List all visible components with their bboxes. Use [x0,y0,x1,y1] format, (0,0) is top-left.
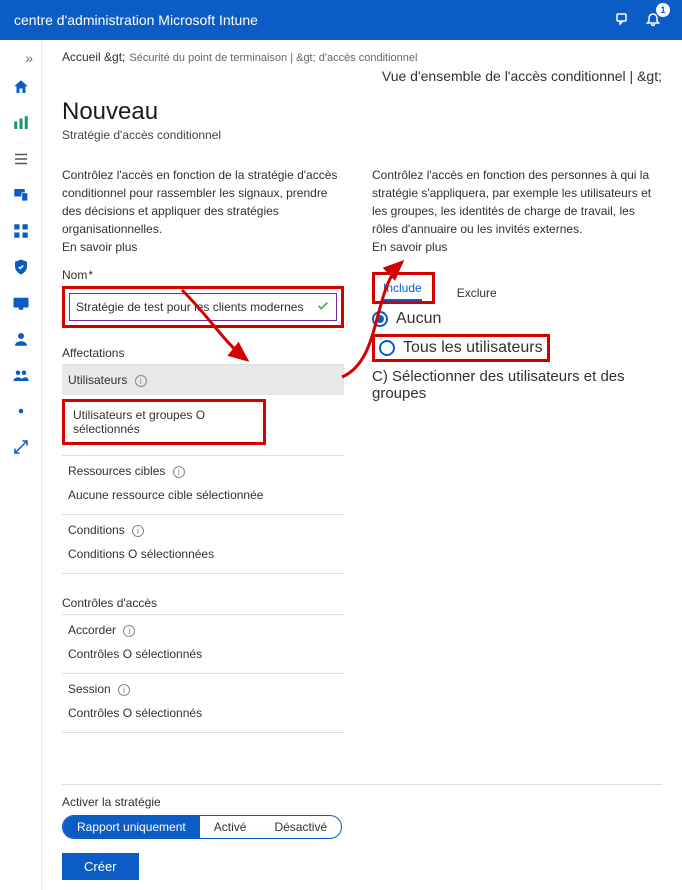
name-field-highlight: Stratégie de test pour les clients moder… [62,286,344,328]
toggle-disabled[interactable]: Désactivé [260,816,341,838]
users-row[interactable]: Utilisateurs i [62,365,344,395]
sidebar-item-security[interactable] [3,250,39,284]
resources-value: Aucune ressource cible sélectionnée [62,486,344,510]
learn-more-link-right[interactable]: En savoir plus [372,240,662,254]
option-none-label: Aucun [396,310,441,328]
page-title: Nouveau [62,98,662,126]
session-row[interactable]: Session i [62,674,344,704]
notifications-icon[interactable]: 1 [638,5,668,35]
name-label: Nom [62,268,344,282]
sidebar-item-list[interactable] [3,142,39,176]
info-icon[interactable]: i [118,684,130,696]
option-all-users-highlight: Tous les utilisateurs [372,334,662,362]
right-description: Contrôlez l'accès en fonction des person… [372,166,662,238]
users-selected-highlight: Utilisateurs et groupes O sélectionnés [62,399,266,445]
sidebar-item-user[interactable] [3,322,39,356]
header-bar: centre d'administration Microsoft Intune… [0,0,682,40]
sidebar-item-apps[interactable] [3,214,39,248]
app-title: centre d'administration Microsoft Intune [14,12,608,28]
sidebar-item-tools[interactable] [3,430,39,464]
controls-heading: Contrôles d'accès [62,596,344,610]
policy-toggle[interactable]: Rapport uniquement Activé Désactivé [62,815,342,839]
tab-include[interactable]: Include [383,281,422,301]
policy-name-value: Stratégie de test pour les clients moder… [76,300,303,314]
notification-badge: 1 [656,3,670,17]
affectations-heading: Affectations [62,346,344,360]
sidebar: » [0,40,42,890]
include-tab-highlight: Include [372,272,435,304]
conditions-label: Conditions [68,523,125,537]
tab-exclude[interactable]: Exclure [457,286,497,304]
users-selected-value: Utilisateurs et groupes O sélectionnés [73,408,205,436]
option-none[interactable]: Aucun [372,310,662,328]
sidebar-item-admin[interactable] [3,394,39,428]
info-icon[interactable]: i [123,625,135,637]
create-button[interactable]: Créer [62,853,139,880]
info-icon[interactable]: i [173,466,185,478]
sidebar-item-home[interactable] [3,70,39,104]
sidebar-item-reports[interactable] [3,286,39,320]
session-label: Session [68,682,111,696]
info-icon[interactable]: i [132,525,144,537]
sidebar-toggle-icon[interactable]: » [25,50,33,66]
grant-row[interactable]: Accorder i [62,615,344,645]
radio-icon [372,311,388,327]
option-select-users[interactable]: C) Sélectionner des utilisateurs et des … [372,368,662,402]
crumb-home[interactable]: Accueil &gt; [62,50,125,64]
conditions-value: Conditions O sélectionnées [62,545,344,569]
grant-value: Contrôles O sélectionnés [62,645,344,669]
checkmark-icon [316,299,330,313]
crumb-security[interactable]: Sécurité du point de terminaison | &gt; … [129,52,417,64]
resources-label: Ressources cibles [68,464,165,478]
activate-label: Activer la stratégie [62,795,662,809]
learn-more-link[interactable]: En savoir plus [62,240,344,254]
session-value: Contrôles O sélectionnés [62,704,344,728]
info-icon[interactable]: i [135,375,147,387]
footer-actions: Activer la stratégie Rapport uniquement … [62,784,662,880]
conditions-row[interactable]: Conditions i [62,515,344,545]
grant-label: Accorder [68,623,116,637]
sidebar-item-groups[interactable] [3,358,39,392]
toggle-report-only[interactable]: Rapport uniquement [63,816,200,838]
radio-icon[interactable] [379,340,395,356]
breadcrumb: Accueil &gt; Sécurité du point de termin… [62,50,662,84]
toggle-active[interactable]: Activé [200,816,261,838]
sidebar-item-devices[interactable] [3,178,39,212]
users-label: Utilisateurs [68,373,127,387]
page-subtitle: Stratégie d'accès conditionnel [62,128,662,142]
feedback-icon[interactable] [608,5,638,35]
left-description: Contrôlez l'accès en fonction de la stra… [62,166,344,238]
policy-name-input[interactable]: Stratégie de test pour les clients moder… [69,293,337,321]
sidebar-item-dashboard[interactable] [3,106,39,140]
crumb-overview[interactable]: Vue d'ensemble de l'accès conditionnel |… [382,68,662,84]
resources-row[interactable]: Ressources cibles i [62,456,344,486]
option-all-label[interactable]: Tous les utilisateurs [403,339,543,357]
